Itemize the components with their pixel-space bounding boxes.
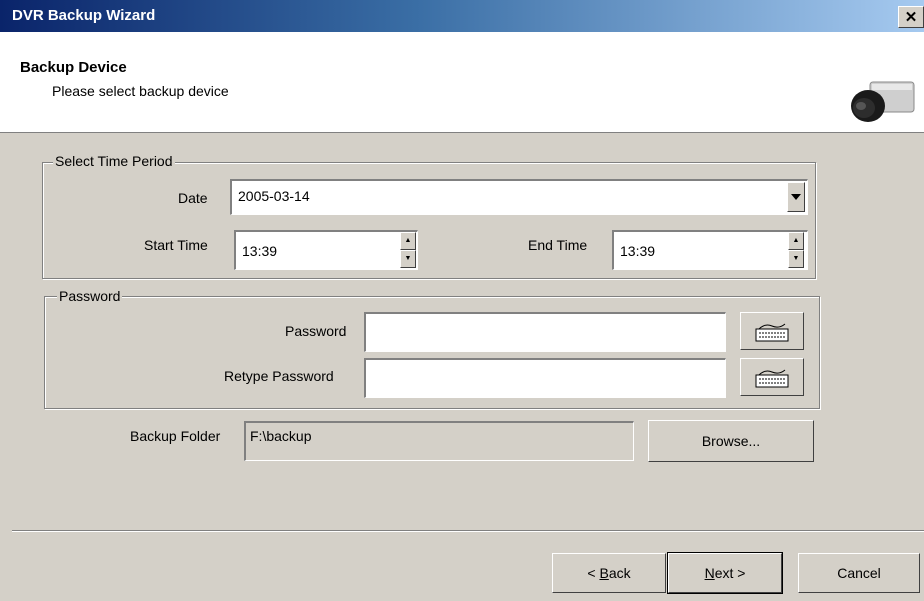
keyboard-icon [755, 369, 789, 388]
retype-password-input[interactable] [364, 358, 726, 398]
retype-password-label: Retype Password [224, 368, 334, 384]
close-button[interactable]: ✕ [898, 6, 924, 28]
page-subtitle: Please select backup device [52, 83, 229, 99]
camera-icon [851, 81, 915, 122]
start-time-value: 13:39 [242, 243, 278, 259]
spin-up-icon[interactable]: ▲ [400, 232, 416, 250]
wizard-header: Backup Device Please select backup devic… [0, 32, 924, 133]
backup-folder-label: Backup Folder [130, 428, 221, 444]
footer-divider [12, 530, 924, 532]
backup-folder-value: F:\backup [250, 428, 312, 444]
next-mnemonic: N [704, 565, 715, 581]
spin-down-icon[interactable]: ▼ [400, 250, 416, 268]
end-time-spinner[interactable]: ▲ ▼ [788, 232, 804, 268]
password-input[interactable] [364, 312, 726, 352]
date-value: 2005-03-14 [238, 188, 310, 204]
cancel-button[interactable]: Cancel [798, 553, 920, 593]
backup-folder-input[interactable]: F:\backup [244, 421, 634, 461]
spin-down-icon[interactable]: ▼ [788, 250, 804, 268]
date-select[interactable]: 2005-03-14 [230, 179, 808, 215]
browse-button[interactable]: Browse... [648, 420, 814, 462]
window-title: DVR Backup Wizard [12, 7, 156, 24]
end-time-value: 13:39 [620, 243, 656, 259]
next-rest: ext > [714, 565, 746, 581]
back-mnemonic: B [599, 565, 609, 581]
keyboard-icon [755, 323, 789, 342]
start-time-label: Start Time [144, 237, 208, 253]
spin-up-icon[interactable]: ▲ [788, 232, 804, 250]
chevron-down-icon [791, 194, 801, 200]
date-label: Date [178, 190, 208, 206]
password-legend: Password [57, 288, 123, 304]
title-bar: DVR Backup Wizard ✕ [0, 0, 924, 32]
cancel-label: Cancel [837, 565, 881, 581]
password-keyboard-button[interactable] [740, 312, 804, 350]
next-button[interactable]: Next > [667, 552, 783, 594]
end-time-input[interactable]: 13:39 [612, 230, 808, 270]
page-title: Backup Device [20, 59, 127, 76]
back-prefix: < [587, 565, 600, 581]
back-button[interactable]: < Back [552, 553, 666, 593]
end-time-label: End Time [528, 237, 588, 253]
password-label: Password [285, 323, 347, 339]
back-rest: ack [608, 565, 631, 581]
time-period-legend: Select Time Period [53, 153, 175, 169]
browse-label: Browse... [701, 433, 761, 449]
retype-keyboard-button[interactable] [740, 358, 804, 396]
start-time-spinner[interactable]: ▲ ▼ [400, 232, 416, 268]
date-dropdown-button[interactable] [787, 182, 805, 212]
close-icon: ✕ [904, 9, 918, 26]
start-time-input[interactable]: 13:39 [234, 230, 418, 270]
